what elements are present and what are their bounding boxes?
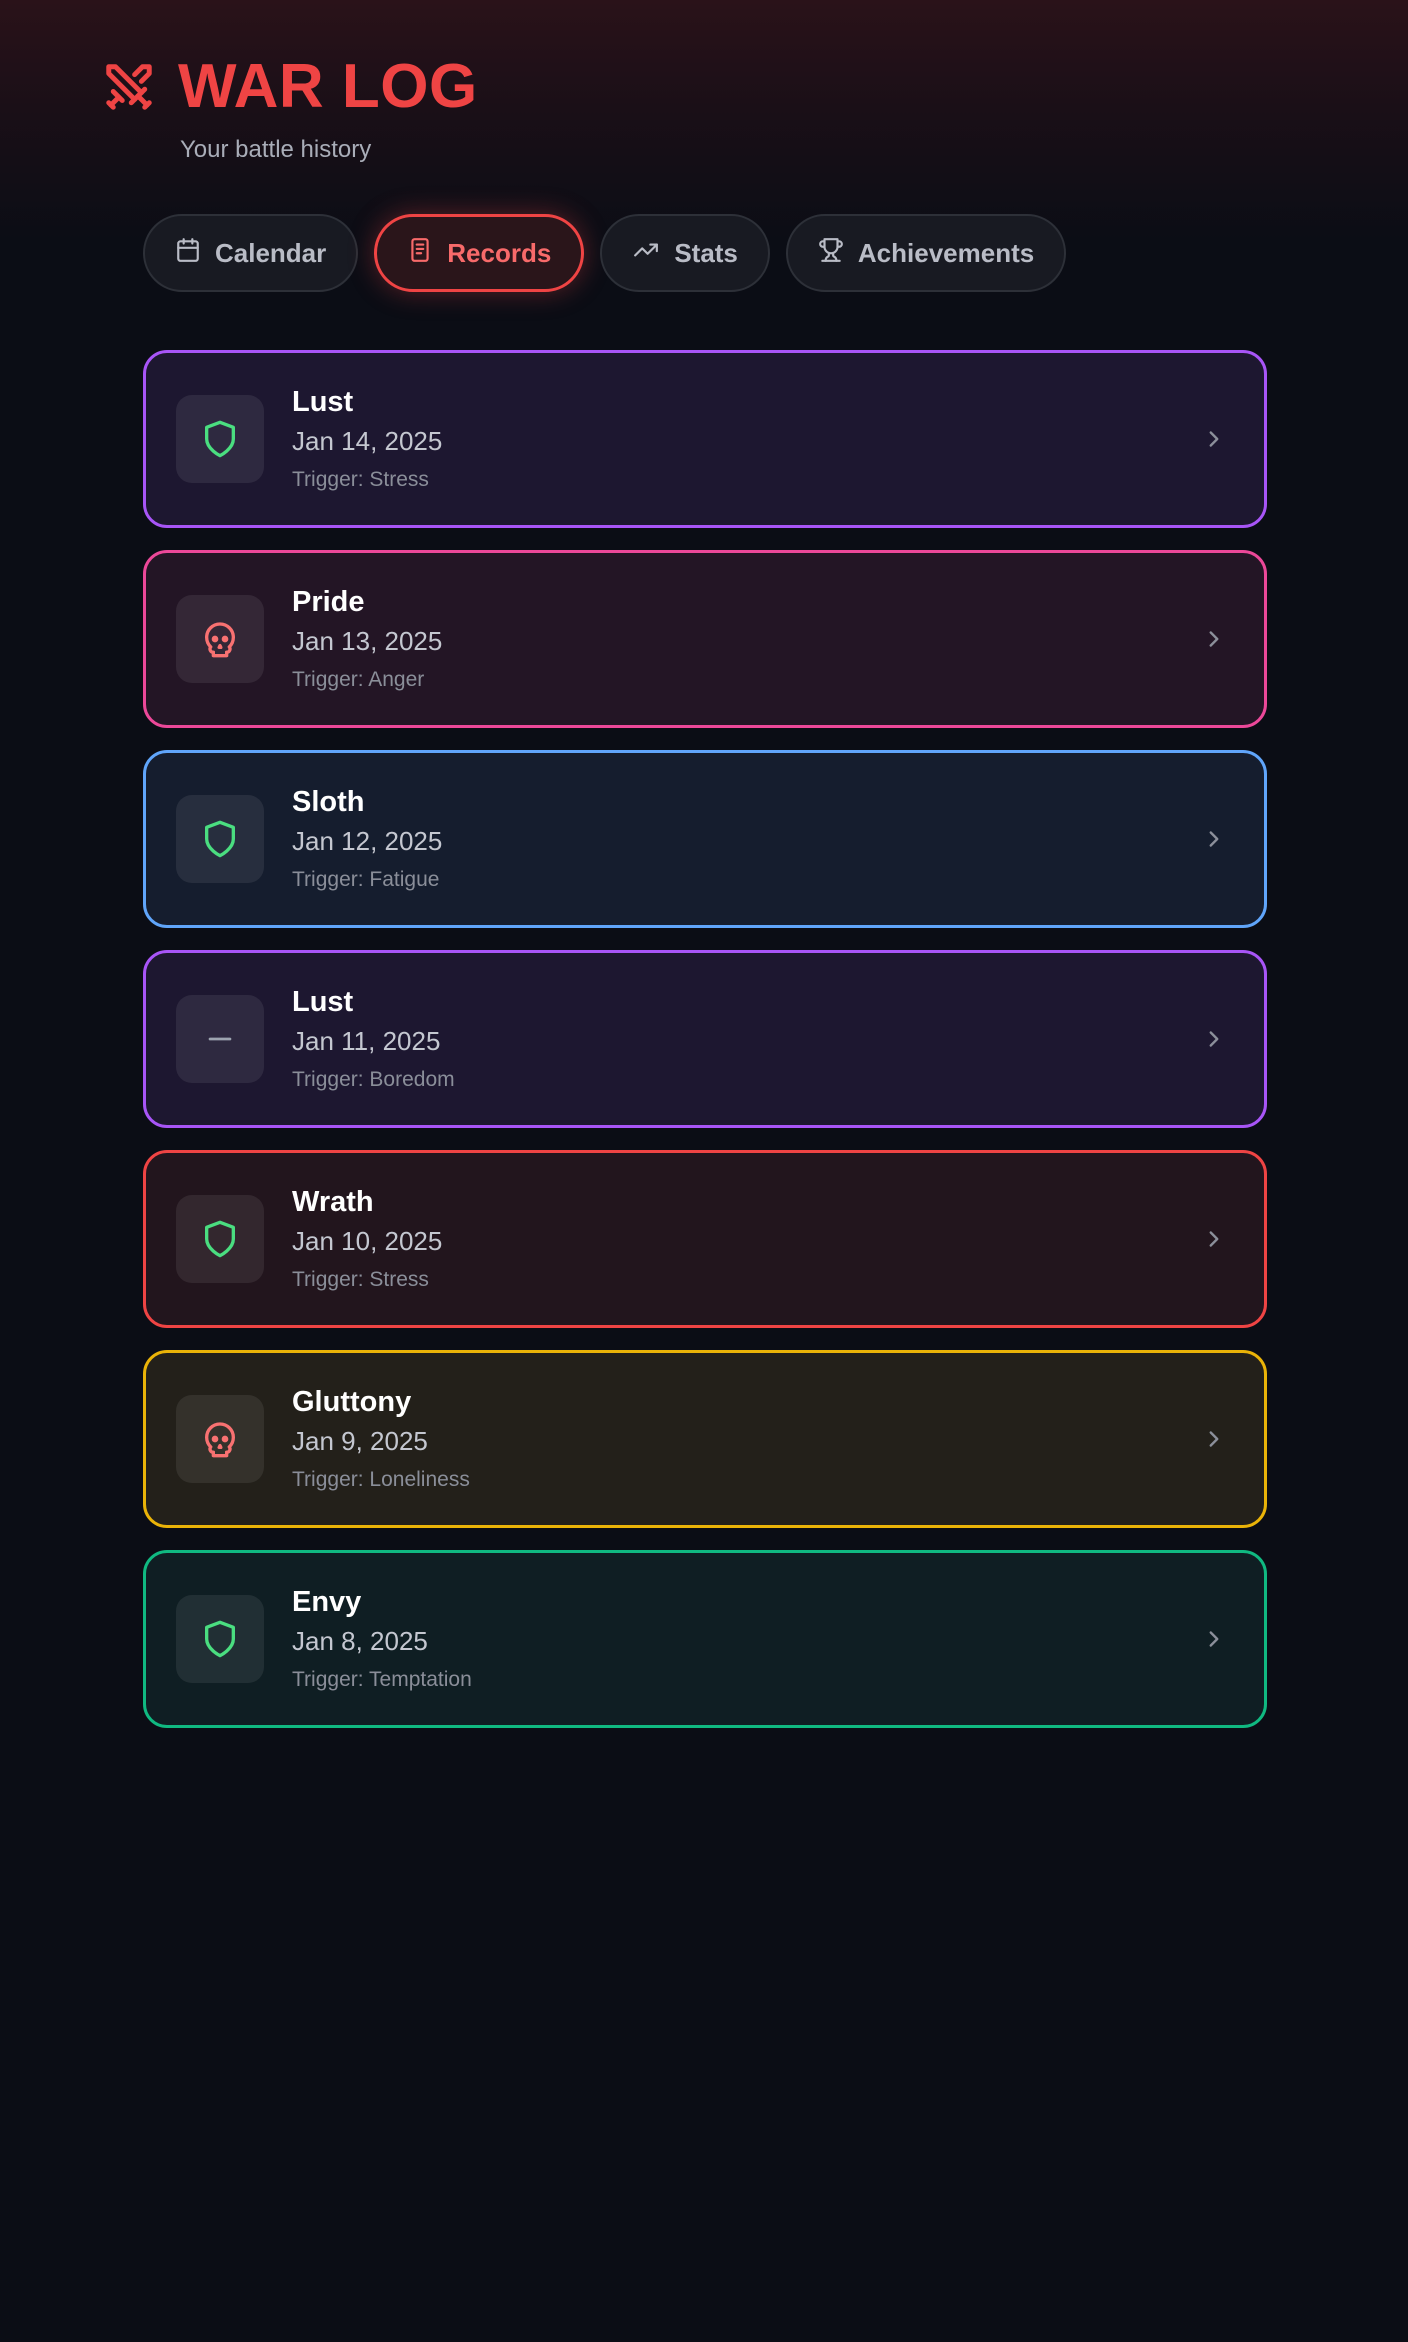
crossed-swords-icon [100, 58, 158, 116]
shield-icon [200, 1219, 240, 1259]
record-date: Jan 10, 2025 [292, 1226, 443, 1256]
chevron-right-icon [1200, 425, 1228, 453]
chevron-right-icon [1200, 825, 1228, 853]
skull-icon [200, 619, 240, 659]
chevron-right-icon [1200, 1025, 1228, 1053]
record-card[interactable]: Gluttony Jan 9, 2025 Trigger: Loneliness [143, 1350, 1267, 1528]
record-sin: Gluttony [292, 1386, 412, 1418]
record-date: Jan 13, 2025 [292, 626, 443, 656]
tab-bar: Calendar Records Stats Achievements [143, 214, 1067, 292]
record-text: Lust Jan 14, 2025 Trigger: Stress [292, 384, 1200, 494]
record-date: Jan 12, 2025 [292, 826, 443, 856]
record-sin: Lust [292, 986, 354, 1018]
record-status [176, 995, 264, 1083]
record-status [176, 795, 264, 883]
record-date: Jan 8, 2025 [292, 1626, 428, 1656]
record-trigger: Trigger: Anger [292, 668, 425, 691]
record-trigger: Trigger: Stress [292, 1268, 429, 1291]
tab-label: Achievements [857, 237, 1035, 268]
shield-icon [200, 1619, 240, 1659]
shield-icon [200, 819, 240, 859]
page-subtitle: Your battle history [180, 136, 372, 163]
document-icon [407, 237, 433, 270]
title-row: WAR LOG [100, 52, 478, 122]
tab-label: Stats [674, 237, 738, 268]
record-text: Wrath Jan 10, 2025 Trigger: Stress [292, 1184, 1200, 1294]
record-text: Gluttony Jan 9, 2025 Trigger: Loneliness [292, 1384, 1200, 1494]
record-text: Pride Jan 13, 2025 Trigger: Anger [292, 584, 1200, 694]
tab-records[interactable]: Records [374, 214, 585, 292]
record-trigger: Trigger: Boredom [292, 1068, 455, 1091]
record-trigger: Trigger: Fatigue [292, 868, 440, 891]
record-status [176, 395, 264, 483]
chevron-right-icon [1200, 1225, 1228, 1253]
record-card[interactable]: Lust Jan 11, 2025 Trigger: Boredom [143, 950, 1267, 1128]
record-text: Envy Jan 8, 2025 Trigger: Temptation [292, 1584, 1200, 1694]
record-card[interactable]: Lust Jan 14, 2025 Trigger: Stress [143, 350, 1267, 528]
record-sin: Lust [292, 386, 354, 418]
record-status [176, 1195, 264, 1283]
record-sin: Sloth [292, 786, 365, 818]
record-card[interactable]: Envy Jan 8, 2025 Trigger: Temptation [143, 1550, 1267, 1728]
record-status [176, 1395, 264, 1483]
tab-stats[interactable]: Stats [600, 214, 770, 292]
record-trigger: Trigger: Loneliness [292, 1468, 470, 1491]
record-text: Lust Jan 11, 2025 Trigger: Boredom [292, 984, 1200, 1094]
trending-up-icon [632, 237, 660, 270]
record-card[interactable]: Sloth Jan 12, 2025 Trigger: Fatigue [143, 750, 1267, 928]
record-date: Jan 9, 2025 [292, 1426, 428, 1456]
page-header: WAR LOG Your battle history [100, 52, 478, 164]
skull-icon [200, 1419, 240, 1459]
record-date: Jan 11, 2025 [292, 1026, 441, 1056]
record-card[interactable]: Pride Jan 13, 2025 Trigger: Anger [143, 550, 1267, 728]
record-sin: Pride [292, 586, 365, 618]
tab-calendar[interactable]: Calendar [143, 214, 359, 292]
chevron-right-icon [1200, 1625, 1228, 1653]
record-status [176, 595, 264, 683]
record-card[interactable]: Wrath Jan 10, 2025 Trigger: Stress [143, 1150, 1267, 1328]
app-root: WAR LOG Your battle history Calendar Rec… [0, 0, 1408, 2342]
dash-icon [203, 1022, 237, 1056]
shield-icon [200, 419, 240, 459]
tab-achievements[interactable]: Achievements [785, 214, 1067, 292]
record-status [176, 1595, 264, 1683]
record-trigger: Trigger: Stress [292, 468, 429, 491]
trophy-icon [818, 237, 844, 270]
calendar-icon [175, 237, 201, 270]
page-title: WAR LOG [178, 52, 478, 121]
records-list: Lust Jan 14, 2025 Trigger: Stress Pride … [143, 350, 1267, 1728]
record-trigger: Trigger: Temptation [292, 1668, 472, 1691]
record-text: Sloth Jan 12, 2025 Trigger: Fatigue [292, 784, 1200, 894]
tab-label: Calendar [215, 237, 327, 268]
record-sin: Wrath [292, 1186, 374, 1218]
tab-label: Records [447, 237, 552, 268]
record-date: Jan 14, 2025 [292, 426, 443, 456]
chevron-right-icon [1200, 1425, 1228, 1453]
record-sin: Envy [292, 1586, 362, 1618]
chevron-right-icon [1200, 625, 1228, 653]
